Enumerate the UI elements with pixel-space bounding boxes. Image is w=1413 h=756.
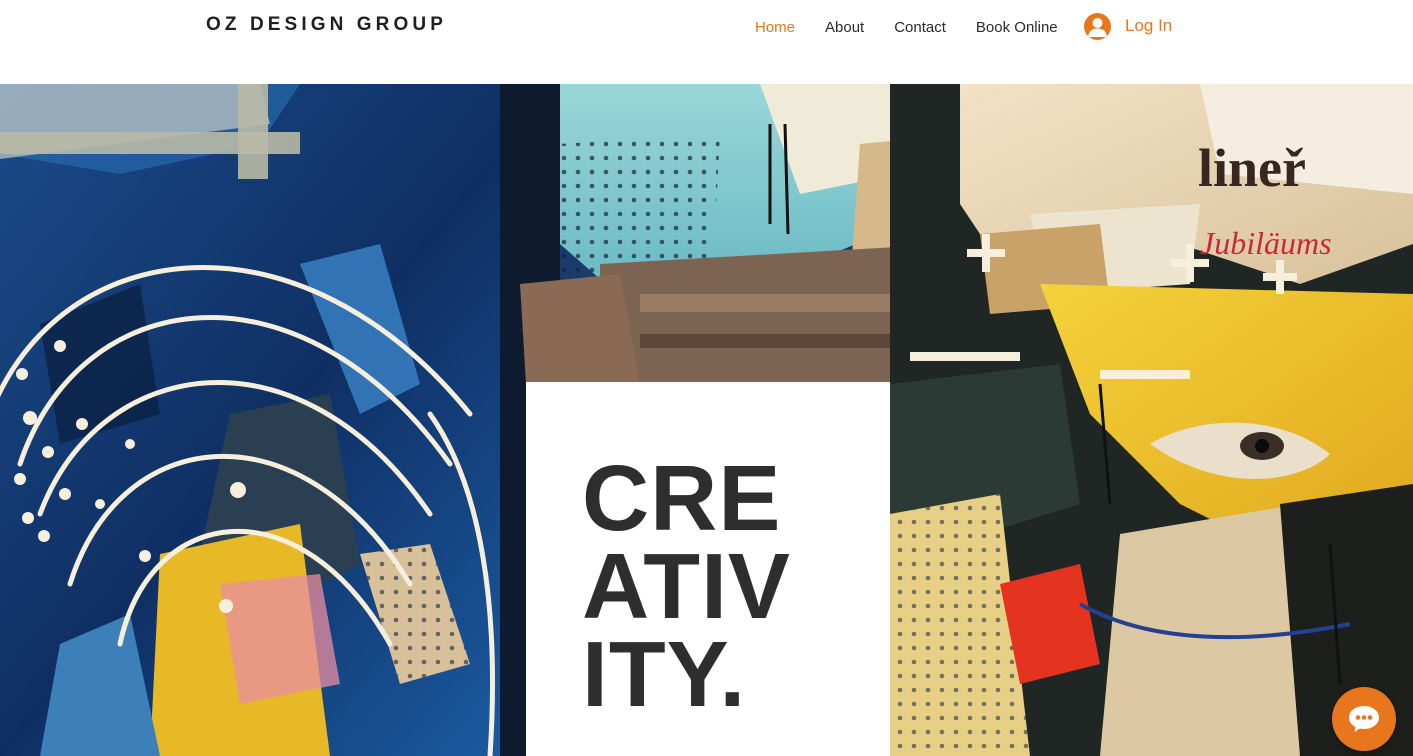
login-label: Log In — [1125, 16, 1173, 35]
login-button[interactable]: Log In — [1084, 12, 1172, 40]
page: OZ DESIGN GROUP Home About Contact Book … — [0, 0, 1413, 756]
nav-item-about[interactable]: About — [810, 19, 879, 36]
headline-line-3: ITY. — [582, 622, 747, 726]
hero-headline: CRE ATIV ITY. — [582, 446, 791, 726]
svg-text:lineř: lineř — [1198, 138, 1306, 198]
nav-item-contact[interactable]: Contact — [879, 19, 961, 36]
site-header: OZ DESIGN GROUP Home About Contact Book … — [0, 0, 1413, 84]
chat-button[interactable] — [1332, 687, 1396, 751]
hero-section: lineř Jubiläums CRE ATIV ITY. — [0, 84, 1413, 756]
nav-item-home[interactable]: Home — [740, 19, 810, 36]
headline-line-2: ATIV — [582, 534, 791, 638]
svg-text:Jubiläums: Jubiläums — [1200, 225, 1332, 261]
site-title[interactable]: OZ DESIGN GROUP — [206, 14, 447, 36]
headline-line-1: CRE — [582, 446, 782, 550]
chat-bubble-icon — [1349, 706, 1379, 732]
user-avatar-icon — [1084, 12, 1111, 40]
main-nav: Home About Contact Book Online — [740, 17, 1073, 37]
nav-item-book-online[interactable]: Book Online — [961, 19, 1073, 36]
hero-text-card: CRE ATIV ITY. — [526, 382, 890, 756]
